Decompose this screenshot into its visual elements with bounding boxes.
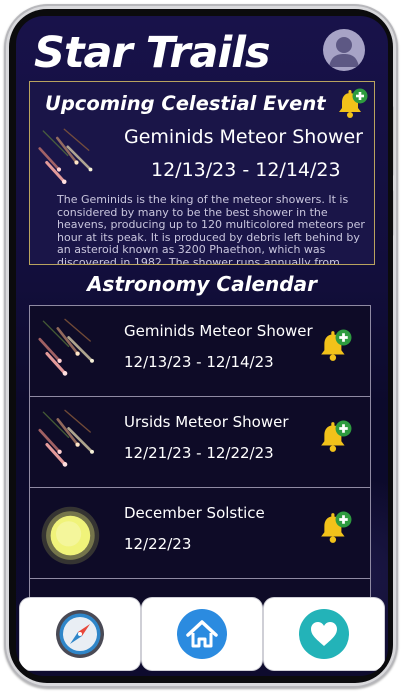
featured-event-heading: Upcoming Celestial Event — [45, 92, 326, 115]
sun-icon — [38, 496, 110, 572]
calendar-item-name: Ursids Meteor Shower — [124, 413, 289, 431]
calendar-item-solstice[interactable]: December Solstice 12/22/23 — [29, 487, 371, 579]
app-title: Star Trails — [34, 28, 271, 78]
calendar-item-date: 12/13/23 - 12/14/23 — [124, 353, 274, 371]
nav-home-button[interactable] — [142, 598, 262, 670]
calendar-item-ursids[interactable]: Ursids Meteor Shower 12/21/23 - 12/22/23 — [29, 396, 371, 488]
meteor-shower-icon — [38, 405, 110, 481]
home-icon — [177, 609, 227, 659]
meteor-shower-icon — [38, 124, 108, 198]
bell-add-icon[interactable] — [318, 511, 352, 549]
featured-event-description: The Geminids is the king of the meteor s… — [57, 193, 365, 265]
nav-favorites-button[interactable] — [264, 598, 384, 670]
calendar-item-date: 12/21/23 - 12/22/23 — [124, 444, 274, 462]
bell-add-icon[interactable] — [336, 88, 368, 124]
heart-icon — [299, 609, 349, 659]
compass-icon — [56, 610, 104, 658]
calendar-item-geminids[interactable]: Geminids Meteor Shower 12/13/23 - 12/14/… — [29, 305, 371, 397]
astronomy-calendar-list[interactable]: Geminids Meteor Shower 12/13/23 - 12/14/… — [29, 305, 371, 605]
featured-event-card[interactable]: Upcoming Celestial Event Geminids Meteor… — [29, 81, 375, 265]
bell-add-icon[interactable] — [318, 329, 352, 367]
featured-event-name: Geminids Meteor Shower — [124, 126, 363, 148]
calendar-title: Astronomy Calendar — [87, 272, 317, 296]
calendar-item-name: December Solstice — [124, 504, 265, 522]
featured-event-dates: 12/13/23 - 12/14/23 — [151, 159, 341, 181]
user-avatar-icon[interactable] — [323, 29, 365, 71]
meteor-shower-icon — [38, 314, 110, 390]
calendar-item-name: Geminids Meteor Shower — [124, 322, 313, 340]
calendar-item-date: 12/22/23 — [124, 535, 192, 553]
nav-compass-button[interactable] — [20, 598, 140, 670]
bell-add-icon[interactable] — [318, 420, 352, 458]
app-screen: Star Trails Upcoming Celestial Event Gem… — [16, 16, 388, 676]
